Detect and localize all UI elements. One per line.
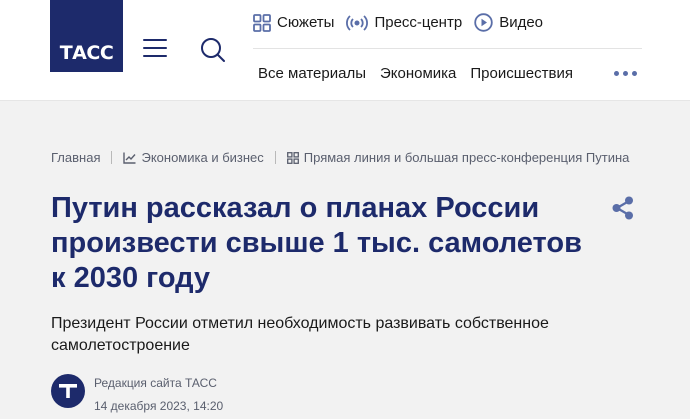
nav-item-label: Видео [499, 14, 544, 31]
breadcrumb-separator [274, 151, 276, 164]
breadcrumb-label: Экономика и бизнес [141, 150, 264, 165]
share-icon[interactable] [610, 195, 636, 221]
tass-t-icon [59, 384, 77, 398]
avatar [51, 374, 85, 408]
top-nav: Сюжеты Пресс-центр Видео [253, 13, 555, 32]
more-icon[interactable] [612, 66, 639, 81]
logo-text: ТАСС [59, 42, 114, 64]
nav-item-press-center[interactable]: Пресс-центр [346, 14, 462, 32]
publish-date: 14 декабря 2023, 14:20 [94, 399, 224, 413]
article-author: Редакция сайта ТАСС 14 декабря 2023, 14:… [51, 374, 223, 413]
broadcast-icon [346, 14, 369, 31]
subnav-item-economy[interactable]: Экономика [380, 65, 456, 82]
chart-icon [123, 152, 137, 164]
play-icon [474, 13, 493, 32]
subnav-item-incidents[interactable]: Происшествия [470, 65, 573, 82]
grid-icon [286, 151, 299, 164]
nav-item-label: Сюжеты [277, 14, 335, 31]
article-lead: Президент России отметил необходимость р… [51, 315, 549, 354]
search-icon[interactable] [199, 36, 227, 64]
subnav-item-all[interactable]: Все материалы [258, 65, 366, 82]
nav-divider [253, 48, 642, 49]
sub-nav: Все материалы Экономика Происшествия [258, 65, 587, 82]
breadcrumb-press-conference[interactable]: Прямая линия и большая пресс-конференция… [286, 150, 630, 165]
site-header: ТАСС Сюжеты Пресс-центр Видео Все матери… [0, 0, 690, 101]
author-name[interactable]: Редакция сайта ТАСС [94, 376, 223, 390]
grid-icon [253, 13, 271, 32]
author-meta: Редакция сайта ТАСС 14 декабря 2023, 14:… [94, 376, 223, 413]
breadcrumb-economy[interactable]: Экономика и бизнес [123, 150, 264, 165]
breadcrumb-separator [111, 151, 113, 164]
menu-icon[interactable] [143, 39, 167, 57]
breadcrumb-label: Прямая линия и большая пресс-конференция… [303, 150, 630, 165]
tass-logo[interactable]: ТАСС [50, 0, 123, 72]
nav-item-label: Пресс-центр [374, 14, 463, 31]
nav-item-video[interactable]: Видео [474, 13, 543, 32]
breadcrumb: Главная Экономика и бизнес Прямая линия … [51, 150, 629, 165]
article-title: Путин рассказал о планах России произвес… [51, 192, 582, 294]
nav-item-stories[interactable]: Сюжеты [253, 13, 335, 32]
breadcrumb-home[interactable]: Главная [51, 150, 100, 165]
